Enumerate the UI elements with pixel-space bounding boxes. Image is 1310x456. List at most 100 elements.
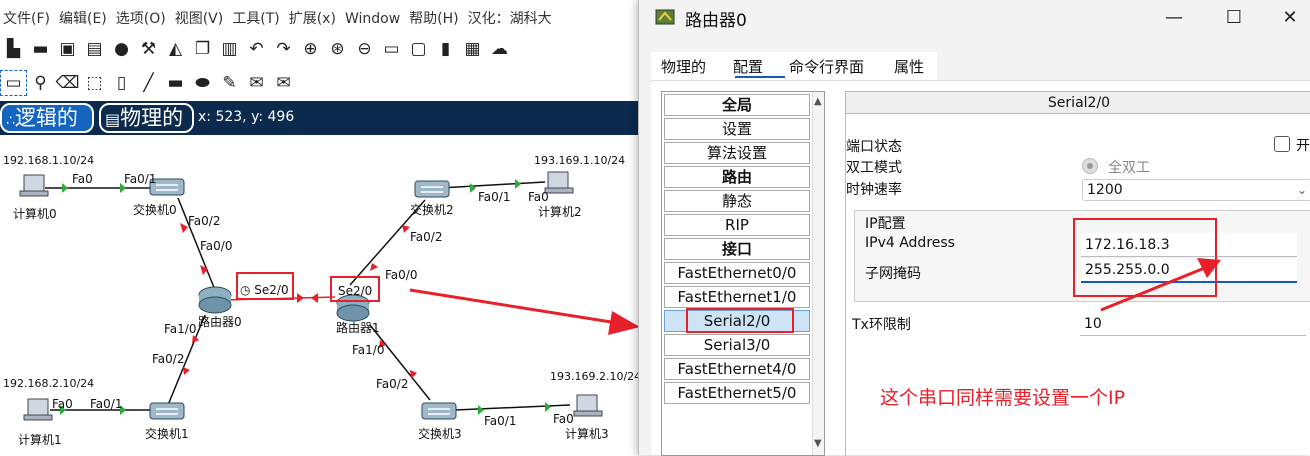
search-icon[interactable]: ⚲	[27, 70, 54, 96]
device-router0[interactable]: 路由器0	[198, 313, 242, 330]
link-down-marker	[200, 265, 208, 275]
scroll-down-icon[interactable]: ▼	[814, 438, 822, 449]
tab-logical[interactable]: ∴逻辑的	[0, 103, 94, 133]
envelope-icon[interactable]: ✉	[243, 70, 270, 96]
tab-config[interactable]: 配置	[733, 56, 763, 77]
notes-icon[interactable]: ▮	[432, 36, 459, 62]
link-down-marker	[180, 223, 188, 233]
menu-view[interactable]: 视图(V)	[172, 6, 230, 32]
zoom-out-icon[interactable]: ⊖	[351, 36, 378, 62]
clock-rate-select[interactable]: 1200 ⌄	[1082, 179, 1310, 201]
port-pc3-fa0: Fa0	[553, 412, 574, 426]
port-sw2-fa02: Fa0/2	[410, 230, 443, 244]
save-icon[interactable]: ▣	[54, 36, 81, 62]
menu-tools[interactable]: 工具(T)	[229, 6, 285, 32]
device-switch2[interactable]: 交换机2	[410, 201, 454, 218]
print-icon[interactable]: ▤	[81, 36, 108, 62]
nav-item--[interactable]: 接口	[664, 238, 810, 260]
delete-icon[interactable]: ⌫	[54, 70, 81, 96]
device-switch0[interactable]: 交换机0	[133, 201, 177, 218]
copy-icon[interactable]: ❐	[189, 36, 216, 62]
minimize-button[interactable]: —	[1151, 4, 1197, 32]
open-folder-icon[interactable]: ▬	[27, 36, 54, 62]
port-r0-fa10: Fa1/0	[164, 322, 197, 336]
device-pc2[interactable]: 计算机2	[538, 203, 582, 220]
port-on-checkbox[interactable]	[1274, 136, 1290, 152]
subnet-mask-label: 子网掩码	[865, 266, 921, 282]
device-pc0[interactable]: 计算机0	[13, 205, 57, 222]
device-pc3[interactable]: 计算机3	[565, 425, 609, 442]
nav-item--[interactable]: 全局	[664, 94, 810, 116]
nav-item--[interactable]: 路由	[664, 166, 810, 188]
cloud-icon[interactable]: ☁	[486, 36, 513, 62]
topology-canvas[interactable]: 192.168.1.10/24 193.169.1.10/24 192.168.…	[0, 135, 640, 455]
close-button[interactable]: ✕	[1267, 4, 1310, 32]
nav-item--[interactable]: 算法设置	[664, 142, 810, 164]
switch3-icon	[421, 402, 457, 420]
nav-item-serial3-0[interactable]: Serial3/0	[664, 334, 810, 356]
nav-item-fastethernet0-0[interactable]: FastEthernet0/0	[664, 262, 810, 284]
clock-rate-value: 1200	[1087, 182, 1123, 198]
note-icon[interactable]: ▯	[108, 70, 135, 96]
tab-physical-config[interactable]: 物理的	[661, 56, 706, 77]
zoom-reset-icon[interactable]: ⊛	[324, 36, 351, 62]
drawing-toolbar: ▭ ⚲ ⌫ ⬚ ▯ ╱ ▬ ⬬ ✎ ✉ ✉	[0, 68, 297, 98]
menu-extensions[interactable]: 扩展(x)	[286, 6, 342, 32]
workspace-mode-bar: ∴逻辑的 ▤物理的 x: 523, y: 496	[0, 101, 640, 135]
highlight-serial-nav	[686, 308, 794, 333]
switch2-icon	[414, 180, 450, 198]
ellipse-icon[interactable]: ⬬	[189, 70, 216, 96]
tab-cli[interactable]: 命令行界面	[789, 56, 864, 77]
link-up-marker	[62, 183, 68, 193]
window2-icon[interactable]: ▢	[405, 36, 432, 62]
menu-help[interactable]: 帮助(H)	[406, 6, 464, 32]
zoom-in-icon[interactable]: ⊕	[297, 36, 324, 62]
full-duplex-radio[interactable]	[1082, 158, 1098, 174]
ip-label-pc0: 192.168.1.10/24	[3, 154, 95, 167]
device-router1[interactable]: 路由器1	[336, 319, 380, 336]
activity-icon[interactable]: ◭	[162, 36, 189, 62]
full-duplex-label: 全双工	[1108, 160, 1150, 176]
port-sw1-fa02: Fa0/2	[152, 352, 185, 366]
resize-icon[interactable]: ⬚	[81, 70, 108, 96]
dialog-titlebar[interactable]: 路由器0 — ☐ ✕	[639, 0, 1310, 36]
nav-item-fastethernet1-0[interactable]: FastEthernet1/0	[664, 286, 810, 308]
nav-scrollbar[interactable]: ▲ ▼	[812, 92, 824, 455]
nav-item-fastethernet4-0[interactable]: FastEthernet4/0	[664, 358, 810, 380]
menu-file[interactable]: 文件(F)	[0, 6, 56, 32]
tab-physical-label: 物理的	[120, 106, 184, 130]
device-pc1[interactable]: 计算机1	[18, 431, 62, 448]
menu-window[interactable]: Window	[342, 6, 406, 32]
paste-icon[interactable]: ▥	[216, 36, 243, 62]
nav-item--[interactable]: 设置	[664, 118, 810, 140]
redo-icon[interactable]: ↷	[270, 36, 297, 62]
dialog-tabs: 物理的 配置 命令行界面 属性	[651, 52, 937, 80]
nav-item-fastethernet5-0[interactable]: FastEthernet5/0	[664, 382, 810, 404]
scroll-up-icon[interactable]: ▲	[814, 96, 822, 107]
annotation-text: 这个串口同样需要设置一个IP	[880, 387, 1126, 409]
device-switch3[interactable]: 交换机3	[418, 425, 462, 442]
menu-edit[interactable]: 编辑(E)	[56, 6, 113, 32]
menu-localization[interactable]: 汉化：湖科大	[465, 6, 558, 32]
rect-icon[interactable]: ▬	[162, 70, 189, 96]
menu-options[interactable]: 选项(O)	[113, 6, 172, 32]
device-switch1[interactable]: 交换机1	[145, 425, 189, 442]
maximize-button[interactable]: ☐	[1211, 4, 1257, 32]
annotation-arrow-2	[1100, 258, 1221, 312]
tab-attributes[interactable]: 属性	[894, 56, 924, 77]
ip-label-pc2: 193.169.1.10/24	[534, 154, 626, 167]
undo-icon[interactable]: ↶	[243, 36, 270, 62]
nav-item-rip[interactable]: RIP	[664, 214, 810, 236]
line-icon[interactable]: ╱	[135, 70, 162, 96]
open-envelope-icon[interactable]: ✉	[270, 70, 297, 96]
new-file-icon[interactable]: ▙	[0, 36, 27, 62]
freeform-icon[interactable]: ✎	[216, 70, 243, 96]
window-icon[interactable]: ▭	[378, 36, 405, 62]
tab-physical[interactable]: ▤物理的	[99, 103, 194, 133]
info-icon[interactable]: ●	[108, 36, 135, 62]
wizard-icon[interactable]: ⚒	[135, 36, 162, 62]
nav-item--[interactable]: 静态	[664, 190, 810, 212]
config-nav-list: 全局 设置 算法设置 路由 静态 RIP 接口 FastEthernet0/0 FastEthe…	[661, 91, 825, 456]
switch-icon[interactable]: ▦	[459, 36, 486, 62]
select-icon[interactable]: ▭	[0, 70, 27, 96]
